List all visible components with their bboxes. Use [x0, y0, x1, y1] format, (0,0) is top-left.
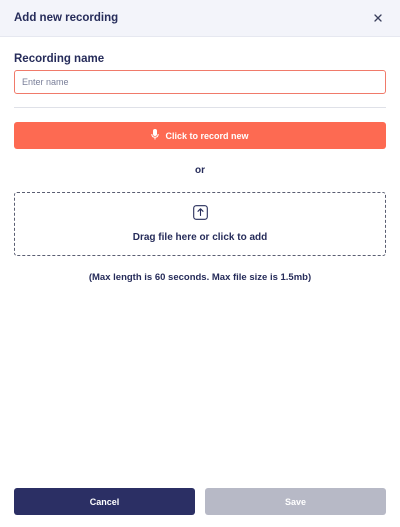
record-new-label: Click to record new: [165, 130, 249, 141]
divider: [14, 107, 386, 108]
dropzone-label: Drag file here or click to add: [132, 232, 268, 243]
dialog-title: Add new recording: [14, 12, 119, 24]
limits-note: (Max length is 60 seconds. Max file size…: [88, 272, 312, 283]
file-dropzone[interactable]: Drag file here or click to add: [14, 192, 386, 256]
record-new-button[interactable]: Click to record new: [14, 122, 386, 149]
or-separator: or: [195, 165, 205, 176]
recording-name-label: Recording name: [14, 53, 105, 65]
save-button[interactable]: Save: [205, 488, 386, 515]
upload-icon: [192, 205, 208, 225]
dialog-header: Add new recording: [0, 0, 400, 37]
cancel-button[interactable]: Cancel: [14, 488, 195, 515]
microphone-icon: [151, 129, 160, 142]
recording-name-input[interactable]: [14, 70, 386, 94]
close-icon[interactable]: [370, 10, 386, 26]
